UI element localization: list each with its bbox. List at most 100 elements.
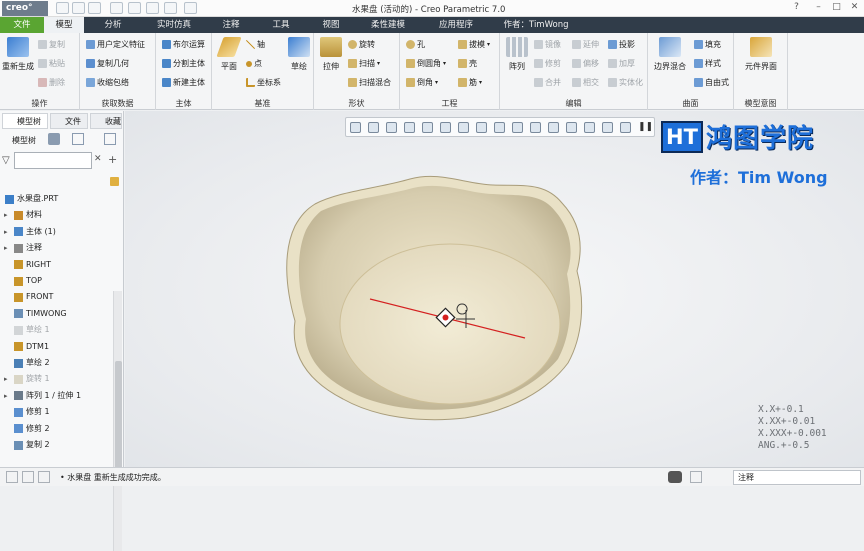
expand-arrow-icon[interactable]: ▸ — [4, 240, 11, 256]
hole-button[interactable]: 孔 — [406, 39, 425, 50]
help-icon[interactable]: ? — [790, 1, 803, 14]
offset-button[interactable]: 偏移 — [572, 58, 599, 69]
axis-display-icon[interactable] — [548, 122, 559, 133]
new-file-icon[interactable] — [56, 2, 69, 14]
chamfer-button[interactable]: 倒角 ▾ — [406, 77, 438, 88]
datum-display-icon[interactable] — [512, 122, 523, 133]
swept-blend-button[interactable]: 扫描混合 — [348, 77, 391, 88]
add-filter-icon[interactable]: + — [108, 153, 117, 166]
tree-item[interactable]: 复制 2 — [0, 437, 50, 453]
pause-icon[interactable]: ❚❚ — [638, 122, 653, 133]
maximize-icon[interactable]: □ — [830, 1, 843, 14]
zoom-in-icon[interactable] — [368, 122, 379, 133]
tree-columns-icon[interactable] — [72, 133, 84, 145]
tree-item[interactable]: 草绘 2 — [0, 355, 50, 371]
boolean-button[interactable]: 布尔运算 — [162, 39, 205, 50]
pattern-button[interactable]: 阵列 — [504, 37, 530, 72]
style-button[interactable]: 样式 — [694, 58, 721, 69]
tab-view[interactable]: 视图 — [312, 17, 350, 33]
merge-button[interactable]: 合并 — [534, 77, 561, 88]
spin-center-icon[interactable] — [602, 122, 613, 133]
expand-arrow-icon[interactable]: ▸ — [4, 207, 11, 223]
clear-search-icon[interactable]: ✕ — [94, 154, 102, 164]
find-icon[interactable] — [668, 471, 682, 483]
selection-icon[interactable] — [690, 471, 702, 483]
thicken-button[interactable]: 加厚 — [608, 58, 635, 69]
round-button[interactable]: 倒圆角 ▾ — [406, 58, 446, 69]
rib-button[interactable]: 筋 ▾ — [458, 77, 482, 88]
tab-flexible-modeling[interactable]: 柔性建模 — [360, 17, 416, 33]
tree-item[interactable]: RIGHT — [0, 257, 51, 273]
close-icon[interactable]: ✕ — [848, 1, 861, 14]
browser-toggle-icon[interactable] — [22, 471, 34, 483]
redo-icon[interactable] — [128, 2, 141, 14]
boundary-blend-button[interactable]: 边界混合 — [652, 37, 688, 72]
tab-author[interactable]: 作者：TimWong — [494, 17, 578, 33]
tree-item[interactable]: ▸ 注释 — [0, 240, 42, 256]
tree-item[interactable]: TIMWONG — [0, 306, 67, 322]
tab-analysis[interactable]: 分析 — [92, 17, 134, 33]
tab-live-simulation[interactable]: 实时仿真 — [146, 17, 202, 33]
project-button[interactable]: 投影 — [608, 39, 635, 50]
tab-tools[interactable]: 工具 — [262, 17, 300, 33]
sketch-button[interactable]: 草绘 — [286, 37, 312, 72]
refit-icon[interactable] — [350, 122, 361, 133]
tab-model[interactable]: 模型 — [44, 17, 84, 33]
tab-applications[interactable]: 应用程序 — [428, 17, 484, 33]
point-button[interactable]: 点 — [246, 58, 262, 69]
plane-button[interactable]: 平面 — [216, 37, 242, 72]
split-body-button[interactable]: 分割主体 — [162, 58, 205, 69]
solidify-button[interactable]: 实体化 — [608, 77, 643, 88]
component-interface-button[interactable]: 元件界面 — [740, 37, 782, 72]
display-style-icon[interactable] — [440, 122, 451, 133]
fill-button[interactable]: 填充 — [694, 39, 721, 50]
filter-icon[interactable]: ▽ — [2, 155, 10, 166]
draft-button[interactable]: 拔模 ▾ — [458, 39, 490, 50]
regenerate-button[interactable]: 重新生成 — [2, 37, 34, 72]
intersect-button[interactable]: 相交 — [572, 77, 599, 88]
tab-file[interactable]: 文件 — [0, 17, 44, 33]
extrude-button[interactable]: 拉伸 — [318, 37, 344, 72]
shell-button[interactable]: 壳 — [458, 58, 477, 69]
open-file-icon[interactable] — [72, 2, 85, 14]
tab-favorites[interactable]: 收藏 — [90, 113, 122, 129]
point-display-icon[interactable] — [566, 122, 577, 133]
udf-button[interactable]: 用户定义特征 — [86, 39, 145, 50]
axis-button[interactable]: 轴 — [246, 39, 265, 50]
repaint-icon[interactable] — [404, 122, 415, 133]
annotation-display-icon[interactable] — [620, 122, 631, 133]
mirror-button[interactable]: 镜像 — [534, 39, 561, 50]
tree-item[interactable]: 修剪 2 — [0, 421, 50, 437]
section-icon[interactable] — [494, 122, 505, 133]
tree-item[interactable]: ▸ 材料 — [0, 207, 42, 223]
tree-settings-icon[interactable] — [48, 133, 60, 145]
expand-arrow-icon[interactable]: ▸ — [4, 371, 11, 387]
tree-item[interactable]: 草绘 1 — [0, 322, 50, 338]
trim-button[interactable]: 修剪 — [534, 58, 561, 69]
tree-item[interactable]: 水果盘.PRT — [0, 191, 58, 207]
selection-filter[interactable]: 注释 — [733, 470, 861, 485]
copy-button[interactable]: 复制 — [38, 39, 65, 50]
save-icon[interactable] — [88, 2, 101, 14]
tree-item[interactable]: FRONT — [0, 289, 53, 305]
tab-model-tree[interactable]: 模型树 — [2, 113, 48, 129]
tree-item[interactable]: ▸ 旋转 1 — [0, 371, 50, 387]
zoom-out-icon[interactable] — [386, 122, 397, 133]
minimize-icon[interactable]: – — [812, 1, 825, 14]
tree-item[interactable]: ▸ 主体 (1) — [0, 224, 56, 240]
tree-item[interactable]: DTM1 — [0, 339, 49, 355]
saved-orientations-icon[interactable] — [458, 122, 469, 133]
shrinkwrap-button[interactable]: 收缩包络 — [86, 77, 129, 88]
fullscreen-icon[interactable] — [38, 471, 50, 483]
csys-button[interactable]: 坐标系 — [246, 77, 281, 88]
tree-scrollbar[interactable] — [113, 291, 122, 551]
tree-item[interactable]: ▸ 阵列 1 / 拉伸 1 — [0, 388, 81, 404]
paste-button[interactable]: 粘贴 — [38, 58, 65, 69]
new-body-button[interactable]: 新建主体 — [162, 77, 205, 88]
nav-toggle-icon[interactable] — [6, 471, 18, 483]
tree-options-icon[interactable] — [104, 133, 116, 145]
undo-icon[interactable] — [110, 2, 123, 14]
extend-button[interactable]: 延伸 — [572, 39, 599, 50]
perspective-icon[interactable] — [422, 122, 433, 133]
plane-display-icon[interactable] — [530, 122, 541, 133]
